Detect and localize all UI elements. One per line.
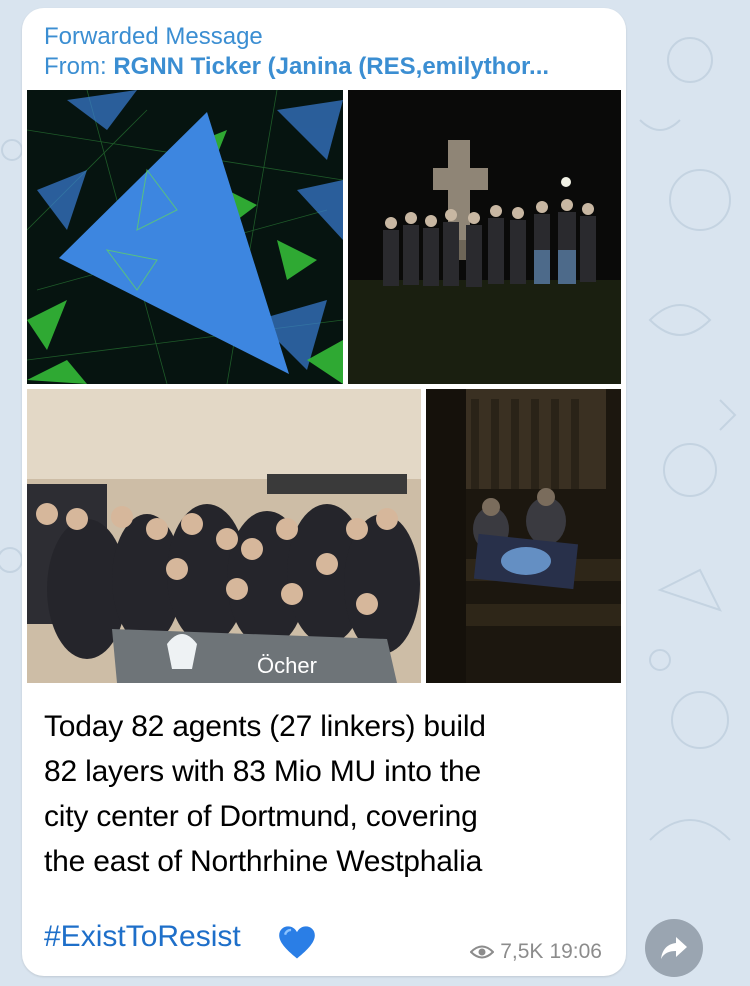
photo-ingress-map[interactable] [27, 90, 343, 384]
message-text: Today 82 agents (27 linkers) build 82 la… [44, 704, 604, 884]
eye-icon [470, 945, 495, 959]
blue-heart-icon [279, 926, 315, 959]
forwarded-header[interactable]: Forwarded Message From: RGNN Ticker (Jan… [44, 22, 604, 82]
message-bubble[interactable]: Forwarded Message From: RGNN Ticker (Jan… [22, 8, 626, 976]
message-meta: 7,5K 19:06 [470, 940, 602, 964]
photo-agents-with-flag[interactable] [426, 389, 621, 683]
caption-line: 82 layers with 83 Mio MU into the [44, 755, 481, 788]
message-time: 19:06 [549, 940, 602, 963]
photo-group-indoor-banner[interactable]: Öcher [27, 389, 421, 683]
view-count: 7,5K [500, 940, 544, 963]
hashtag-link[interactable]: #ExistToResist [44, 920, 241, 954]
caption-line: Today 82 agents (27 linkers) build [44, 710, 486, 743]
photo-group-stone-cross[interactable] [348, 90, 621, 384]
forwarded-from[interactable]: From: RGNN Ticker (Janina (RES,emilythor… [44, 52, 604, 82]
from-channel-name[interactable]: RGNN Ticker (Janina (RES,emilythor... [113, 53, 549, 80]
caption-line: the east of Northrhine Westphalia [44, 845, 483, 878]
share-arrow-icon [661, 937, 687, 959]
from-prefix: From: [44, 53, 107, 80]
share-button[interactable] [645, 919, 703, 977]
caption-line: city center of Dortmund, covering [44, 800, 478, 833]
forwarded-label: Forwarded Message [44, 23, 263, 50]
banner-text: Öcher [257, 653, 317, 678]
